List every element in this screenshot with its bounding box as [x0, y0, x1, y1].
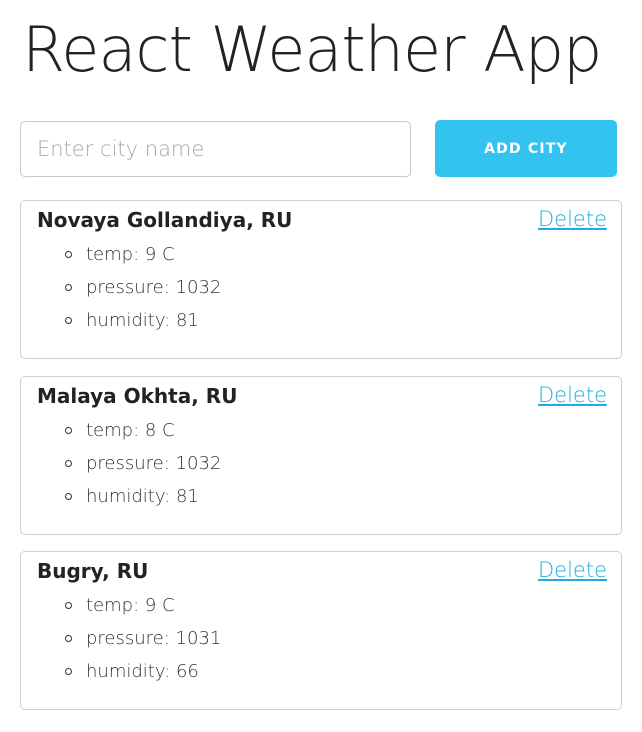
pressure-text: pressure: 1032 — [86, 453, 222, 474]
city-card: Bugry, RU Delete temp: 9 C pressure: 103… — [20, 551, 622, 710]
circle-bullet-icon — [65, 317, 72, 324]
app-title: React Weather App — [22, 13, 602, 86]
humidity-text: humidity: 81 — [86, 310, 199, 331]
circle-bullet-icon — [65, 284, 72, 291]
city-name-input[interactable] — [20, 121, 411, 177]
city-name: Malaya Okhta, RU — [37, 384, 238, 408]
city-card: Novaya Gollandiya, RU Delete temp: 9 C p… — [20, 200, 622, 359]
pressure-text: pressure: 1032 — [86, 277, 222, 298]
city-card: Malaya Okhta, RU Delete temp: 8 C pressu… — [20, 376, 622, 535]
temperature-text: temp: 8 C — [86, 420, 175, 441]
circle-bullet-icon — [65, 668, 72, 675]
circle-bullet-icon — [65, 251, 72, 258]
city-name: Novaya Gollandiya, RU — [37, 208, 293, 232]
delete-city-link[interactable]: Delete — [538, 205, 607, 233]
delete-city-link[interactable]: Delete — [538, 556, 607, 584]
circle-bullet-icon — [65, 602, 72, 609]
circle-bullet-icon — [65, 460, 72, 467]
pressure-text: pressure: 1031 — [86, 628, 222, 649]
humidity-text: humidity: 81 — [86, 486, 199, 507]
circle-bullet-icon — [65, 427, 72, 434]
circle-bullet-icon — [65, 493, 72, 500]
delete-city-link[interactable]: Delete — [538, 381, 607, 409]
add-city-button[interactable]: ADD CITY — [435, 120, 617, 177]
humidity-text: humidity: 66 — [86, 661, 199, 682]
temperature-text: temp: 9 C — [86, 244, 175, 265]
city-name: Bugry, RU — [37, 559, 149, 583]
circle-bullet-icon — [65, 635, 72, 642]
temperature-text: temp: 9 C — [86, 595, 175, 616]
